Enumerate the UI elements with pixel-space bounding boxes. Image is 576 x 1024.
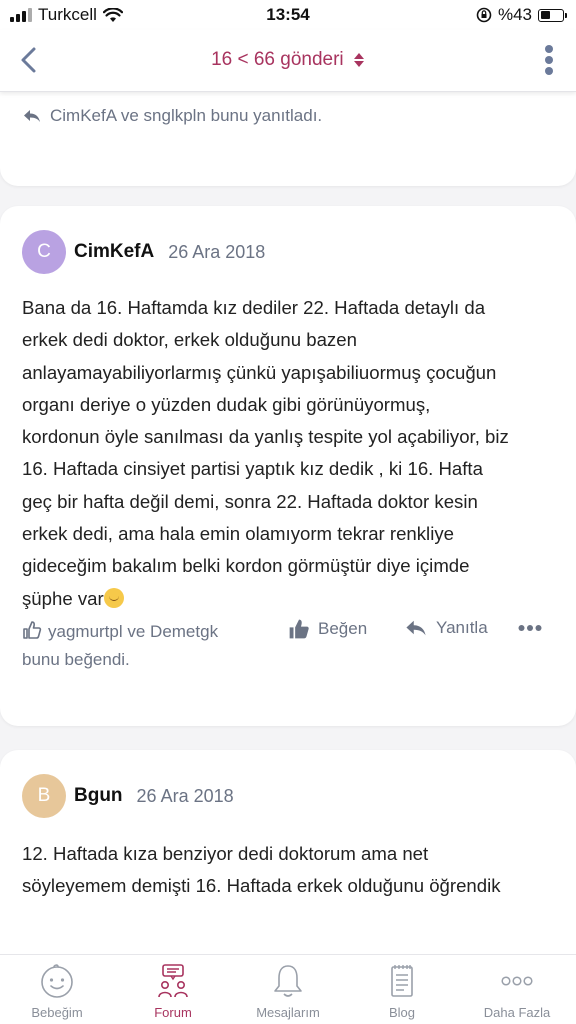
post-counter-text: 16 < 66 gönderi: [211, 49, 344, 70]
post-line-last: şüphe var: [22, 583, 557, 615]
post-card: C CimKefA 26 Ara 2018 Bana da 16. Haftam…: [0, 206, 576, 726]
bell-icon: [274, 965, 302, 997]
tab-label: Bebeğim: [31, 1005, 83, 1020]
bottom-tab-bar: Bebeğim Forum Mesajlarım Blog Daha Fazla: [0, 954, 576, 1024]
likers-names: yagmurtpl ve Demetgk: [48, 622, 219, 641]
notepad-icon: [391, 965, 413, 997]
battery-percent: %43: [497, 5, 532, 24]
post-card: B Bgun 26 Ara 2018 12. Haftada kıza benz…: [0, 750, 576, 954]
tab-forum[interactable]: Forum: [118, 963, 228, 1020]
post-line: anlayamayabiliyorlarmış çünkü yapışabili…: [22, 361, 497, 383]
thumbs-up-outline-icon: [23, 621, 42, 639]
scroll-fade: [0, 936, 576, 954]
post-line: erkek dedi doktor, erkek olduğunu bazen: [22, 329, 357, 351]
post-line: Bana da 16. Haftamda kız dediler 22. Haf…: [22, 297, 486, 318]
likers-summary[interactable]: yagmurtpl ve Demetgk bunu beğendi.: [22, 618, 272, 674]
more-vertical-icon: [545, 45, 553, 75]
post-line: 16. Haftada cinsiyet partisi yaptık kız …: [22, 458, 483, 480]
avatar[interactable]: B: [22, 774, 66, 818]
post-line: gideceğim bakalım belki kordon görmüştür…: [22, 555, 470, 577]
post-line: geç bir hafta değil demi, sonra 22. Haft…: [22, 490, 478, 512]
author-name[interactable]: CimKefA: [74, 241, 154, 263]
reply-arrow-icon: [406, 620, 426, 636]
avatar[interactable]: C: [22, 230, 66, 274]
more-options-button[interactable]: [544, 44, 554, 76]
post-date: 26 Ara 2018: [136, 785, 234, 806]
status-right: %43: [476, 5, 567, 25]
tab-label: Daha Fazla: [483, 1005, 551, 1020]
status-bar: Turkcell 13:54 %43: [0, 0, 576, 30]
tab-mesajlarim[interactable]: Mesajlarım: [233, 963, 343, 1020]
post-header: C CimKefA 26 Ara 2018: [22, 230, 265, 274]
baby-face-icon: [41, 964, 73, 998]
battery-fill: [540, 11, 550, 19]
post-line: söyleyemem demişti 16. Haftada erkek old…: [22, 875, 501, 897]
tab-label: Mesajlarım: [256, 1005, 320, 1020]
thumbs-up-icon: [289, 619, 309, 639]
post-header: B Bgun 26 Ara 2018: [22, 774, 234, 818]
reply-arrow-icon: [24, 110, 40, 122]
tab-bebegim[interactable]: Bebeğim: [2, 963, 112, 1020]
relieved-face-emoji-icon: [103, 587, 124, 608]
avatar-letter: C: [37, 241, 51, 262]
likers-suffix: bunu beğendi.: [22, 650, 130, 669]
more-dots-icon: [501, 976, 533, 986]
post-line: kordonun öyle sanılması da yanlış tespit…: [22, 426, 509, 448]
like-label: Beğen: [318, 619, 368, 638]
post-date: 26 Ara 2018: [168, 241, 266, 262]
reply-button[interactable]: Yanıtla: [404, 618, 488, 638]
reply-label: Yanıtla: [436, 618, 488, 637]
post-feed[interactable]: CimKefA ve snglkpln bunu yanıtladı. C Ci…: [0, 92, 576, 954]
replied-by-line[interactable]: CimKefA ve snglkpln bunu yanıtladı.: [22, 106, 322, 126]
tab-label: Blog: [388, 1005, 416, 1020]
tab-label: Forum: [154, 1005, 192, 1020]
battery-icon: [538, 8, 567, 22]
tab-daha-fazla[interactable]: Daha Fazla: [462, 963, 572, 1020]
post-line: 12. Haftada kıza benziyor dedi doktorum …: [22, 843, 429, 864]
post-line: şüphe var: [22, 587, 104, 609]
post-more-button[interactable]: [518, 624, 542, 632]
sort-updown-icon: [353, 52, 364, 67]
orientation-lock-icon: [476, 7, 492, 23]
post-line: organı deriye o yüzden dudak gibi görünü…: [22, 393, 431, 415]
author-name[interactable]: Bgun: [74, 785, 123, 807]
avatar-letter: B: [37, 785, 51, 806]
more-horizontal-icon: [518, 625, 542, 631]
post-body: 12. Haftada kıza benziyor dedi doktorum …: [22, 838, 557, 903]
post-line: erkek dedi, ama hala emin olamıyorm tekr…: [22, 523, 454, 545]
post-body: Bana da 16. Haftamda kız dediler 22. Haf…: [22, 292, 557, 615]
top-nav: 16 < 66 gönderi: [0, 30, 576, 92]
tab-blog[interactable]: Blog: [347, 963, 457, 1020]
like-button[interactable]: Beğen: [288, 618, 367, 640]
post-counter[interactable]: 16 < 66 gönderi: [0, 49, 576, 71]
replied-by-text: CimKefA ve snglkpln bunu yanıtladı.: [50, 106, 323, 125]
forum-people-icon: [158, 964, 188, 998]
previous-post-card: CimKefA ve snglkpln bunu yanıtladı.: [0, 92, 576, 186]
